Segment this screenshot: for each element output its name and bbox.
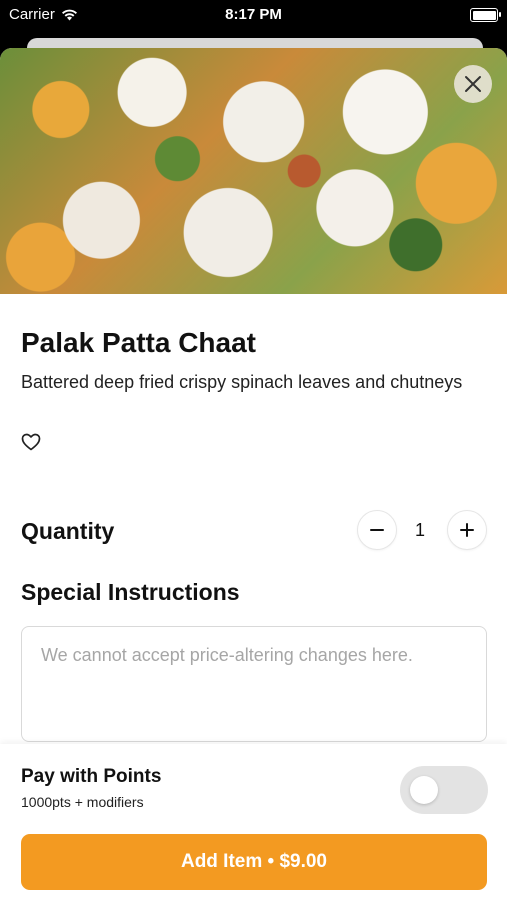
item-description: Battered deep fried crispy spinach leave… [21, 372, 463, 392]
status-bar: Carrier 8:17 PM [0, 0, 507, 30]
quantity-increase-button[interactable] [447, 510, 487, 550]
add-item-button[interactable]: Add Item • $9.00 [21, 834, 487, 890]
close-button[interactable] [454, 65, 492, 103]
quantity-decrease-button[interactable] [357, 510, 397, 550]
checkout-footer: Pay with Points 1000pts + modifiers Add … [0, 744, 507, 900]
add-item-button-label: Add Item • $9.00 [180, 851, 328, 872]
item-title: Palak Patta Chaat [21, 327, 256, 358]
favorite-heart-icon[interactable] [21, 433, 41, 451]
plus-icon [460, 523, 474, 537]
minus-icon [370, 529, 384, 531]
close-icon [465, 76, 481, 92]
special-instructions-input[interactable] [21, 626, 487, 742]
item-detail-sheet: Palak Patta Chaat Battered deep fried cr… [0, 48, 507, 900]
quantity-label: Quantity [21, 518, 115, 544]
battery-icon [470, 8, 501, 22]
quantity-value: 1 [414, 520, 425, 540]
pay-with-points-sublabel: 1000pts + modifiers [21, 794, 144, 810]
toggle-knob [410, 776, 438, 804]
special-instructions-label: Special Instructions [21, 579, 240, 605]
status-time: 8:17 PM [225, 6, 282, 23]
item-image [0, 48, 507, 294]
pay-with-points-toggle[interactable] [400, 766, 488, 814]
pay-with-points-label: Pay with Points [21, 766, 162, 787]
